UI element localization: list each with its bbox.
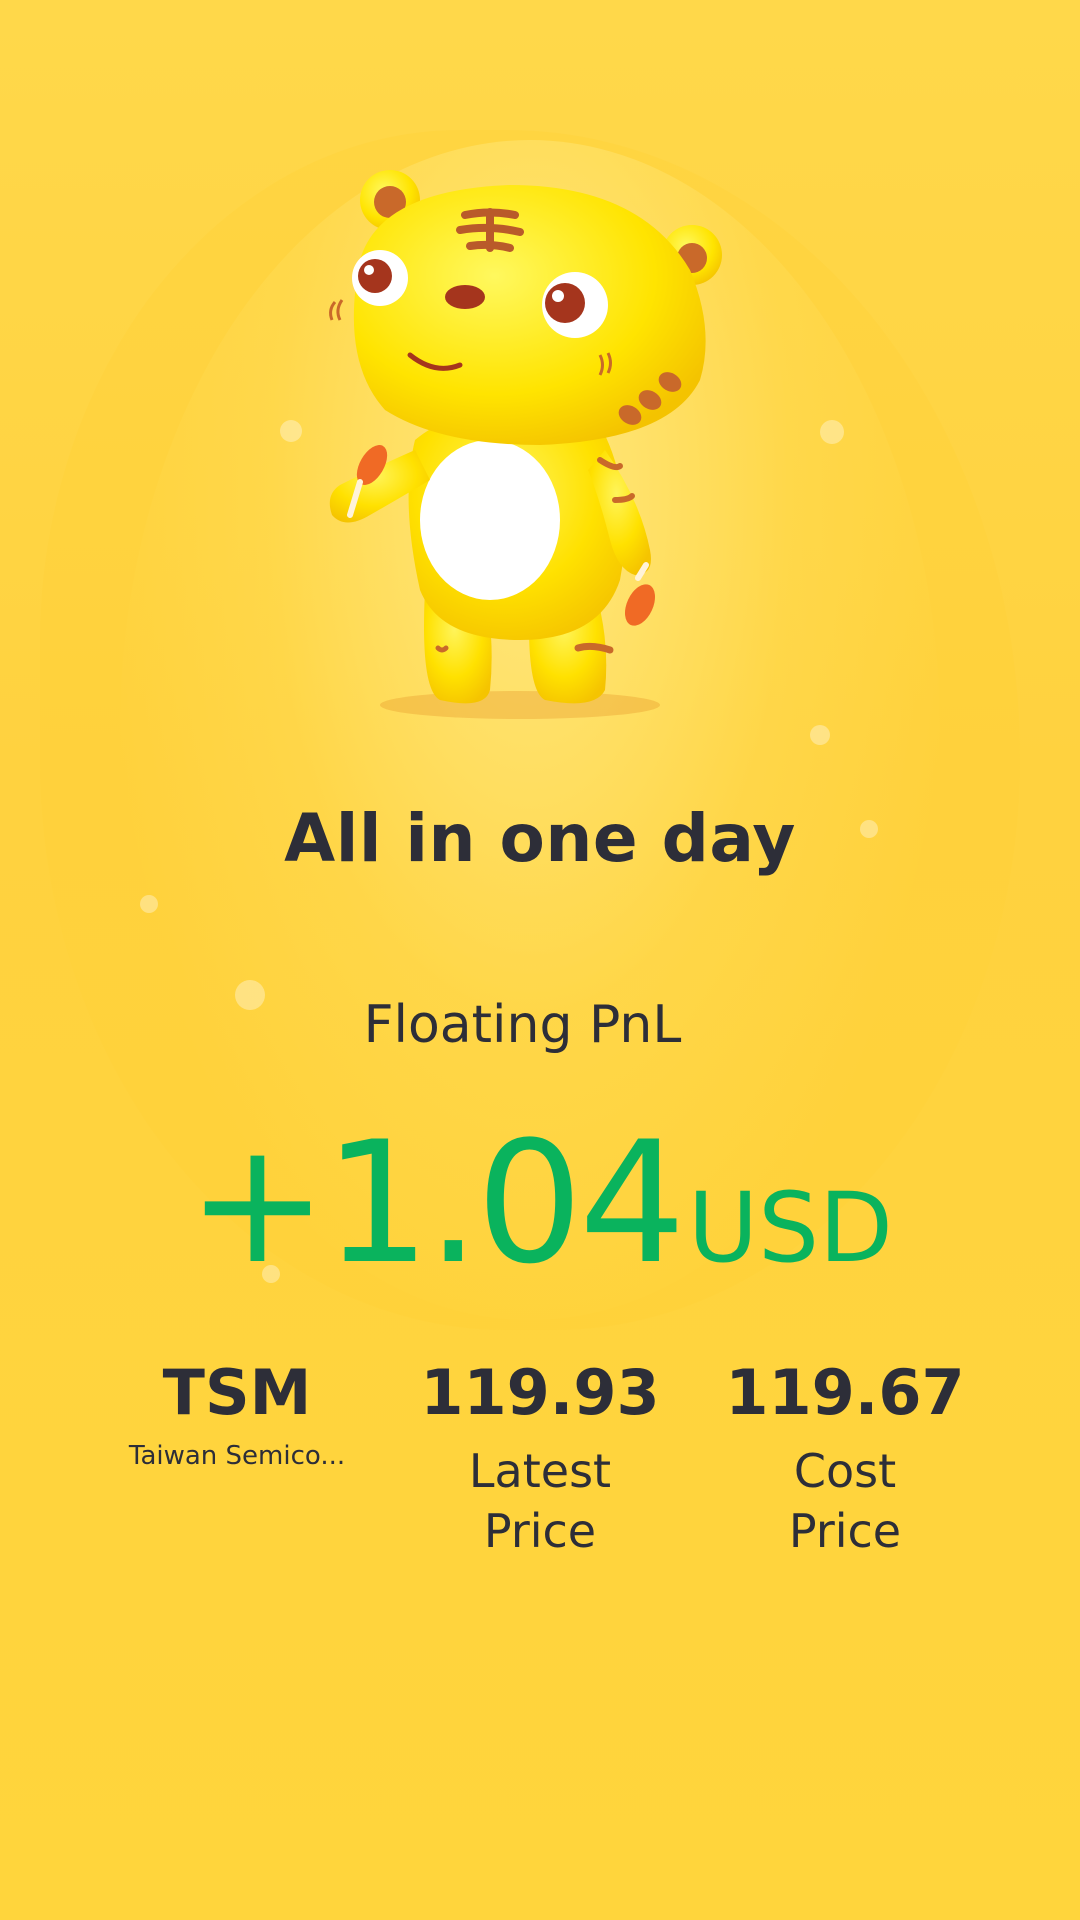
- stock-stats: TSM Taiwan Semico... 119.93 Latest Price…: [0, 1355, 1080, 1595]
- page-title: All in one day: [284, 800, 796, 877]
- latest-price-label: Latest Price: [468, 1444, 612, 1558]
- floating-pnl-label: Floating PnL: [363, 995, 682, 1055]
- sparkle-decoration: [810, 725, 830, 745]
- cost-price-block: 119.67 Cost Price: [695, 1355, 995, 1561]
- sparkle-decoration: [820, 420, 844, 444]
- tiger-mascot-icon: [329, 170, 722, 719]
- stock-symbol: TSM: [162, 1356, 312, 1429]
- pnl-amount: +1.04: [187, 1105, 686, 1301]
- sparkle-decoration: [140, 895, 158, 913]
- latest-price-block: 119.93 Latest Price: [390, 1355, 690, 1561]
- stock-symbol-block: TSM Taiwan Semico...: [87, 1355, 387, 1473]
- floating-pnl-value: +1.04USD: [0, 1105, 1080, 1301]
- cost-price-label: Cost Price: [788, 1444, 902, 1558]
- latest-price-value: 119.93: [420, 1356, 660, 1429]
- cost-price-value: 119.67: [725, 1356, 965, 1429]
- company-name: Taiwan Semico...: [128, 1441, 346, 1471]
- sparkle-decoration: [280, 420, 302, 442]
- pnl-currency: USD: [687, 1172, 893, 1284]
